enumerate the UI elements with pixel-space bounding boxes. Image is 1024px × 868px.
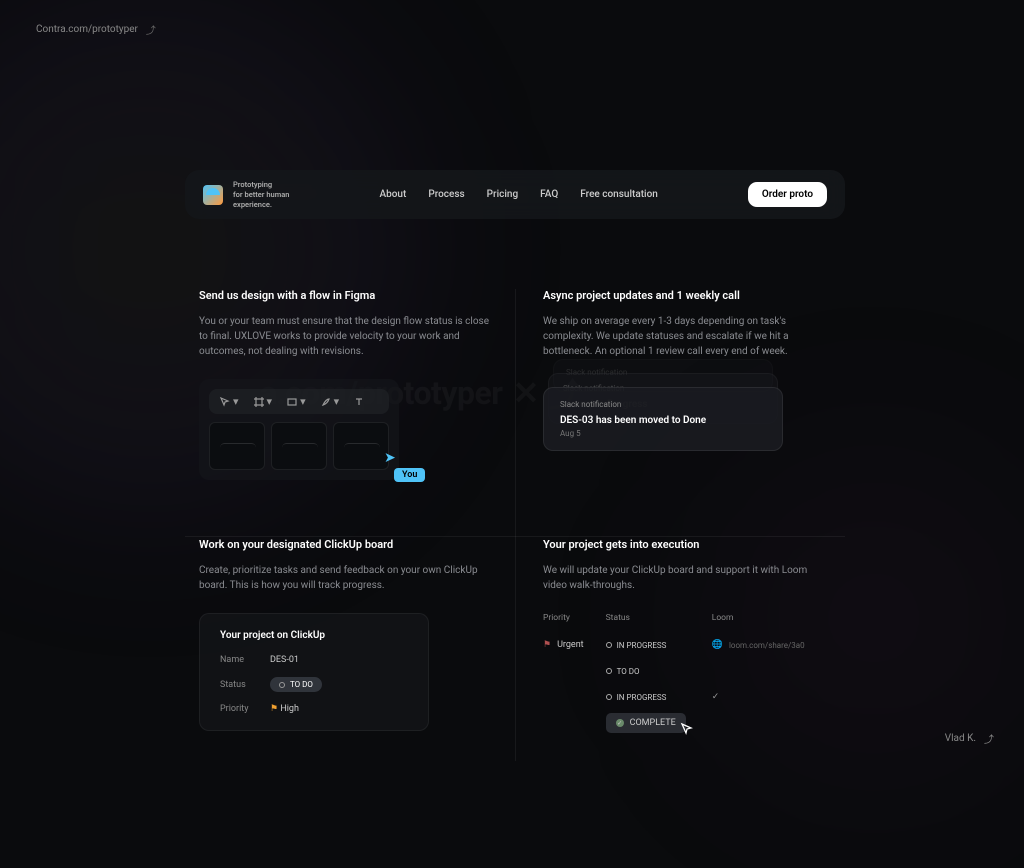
field-value: ⚑ High: [270, 704, 299, 714]
status-pill[interactable]: TO DO: [606, 663, 686, 679]
section-body: You or your team must ensure that the de…: [199, 314, 497, 359]
section-body: Create, prioritize tasks and send feedba…: [199, 563, 497, 593]
slack-notifications: Slack notification Slack notification mo…: [543, 379, 827, 469]
col-header: Loom: [712, 613, 805, 623]
col-header: Priority: [543, 613, 584, 623]
section-body: We ship on average every 1-3 days depend…: [543, 314, 827, 359]
pen-tool-icon[interactable]: ▾: [320, 395, 340, 408]
status-pill[interactable]: IN PROGRESS: [606, 689, 686, 705]
section-execution: Your project gets into execution We will…: [515, 510, 845, 761]
frame-thumb: [333, 422, 389, 470]
external-icon: ⤴: [984, 731, 994, 746]
section-body: We will update your ClickUp board and su…: [543, 563, 827, 593]
check-circle-icon: ✓: [616, 719, 624, 727]
author-name: Vlad K.: [945, 733, 976, 744]
section-title: Send us design with a flow in Figma: [199, 289, 497, 302]
section-title: Async project updates and 1 weekly call: [543, 289, 827, 302]
you-badge: You: [394, 468, 425, 482]
field-label: Status: [220, 680, 270, 690]
divider-vertical: [515, 289, 516, 761]
cursor-you: ➤ You: [384, 450, 425, 482]
slack-label: Slack notification: [560, 400, 766, 409]
clickup-card-title: Your project on ClickUp: [220, 630, 408, 641]
slack-date: Aug 5: [560, 429, 766, 438]
divider-horizontal: [185, 536, 845, 537]
cursor-icon: [680, 722, 694, 739]
nav-consultation[interactable]: Free consultation: [580, 189, 658, 200]
text-tool-icon[interactable]: [353, 396, 365, 408]
order-button[interactable]: Order proto: [748, 182, 827, 207]
field-label: Priority: [220, 704, 270, 714]
flag-icon: ⚑: [270, 704, 278, 714]
navbar: Prototyping for better human experience.…: [185, 170, 845, 219]
nav-faq[interactable]: FAQ: [540, 189, 558, 200]
frame-thumb: [209, 422, 265, 470]
field-label: Name: [220, 655, 270, 665]
status-pill[interactable]: IN PROGRESS: [606, 637, 686, 653]
cursor-icon: ➤: [384, 450, 396, 466]
loom-link[interactable]: loom.com/share/3a0: [729, 641, 805, 650]
priority-value: Urgent: [557, 640, 584, 650]
slack-card: Slack notification DES-03 has been moved…: [543, 387, 783, 451]
status-complete-pill[interactable]: ✓ COMPLETE: [606, 713, 686, 733]
nav-pricing[interactable]: Pricing: [487, 189, 518, 200]
section-title: Your project gets into execution: [543, 538, 827, 551]
globe-icon: 🌐: [712, 640, 723, 650]
field-value: DES-01: [270, 655, 299, 665]
external-icon: ⤴: [146, 22, 156, 37]
tagline: Prototyping for better human experience.: [233, 180, 289, 209]
breadcrumb-url: Contra.com/prototyper: [36, 24, 138, 35]
section-clickup: Work on your designated ClickUp board Cr…: [185, 510, 515, 761]
footer-credit: Vlad K. ⤴: [945, 731, 994, 746]
status-pill: TO DO: [270, 677, 322, 692]
execution-table: Priority ⚑ Urgent Status IN PROGRESS TO D…: [543, 613, 827, 731]
frame-tool-icon[interactable]: ▾: [253, 395, 273, 408]
status-dot-icon: [279, 682, 285, 688]
section-async: Async project updates and 1 weekly call …: [515, 289, 845, 510]
clickup-card: Your project on ClickUp Name DES-01 Stat…: [199, 613, 429, 731]
col-header: Status: [606, 613, 686, 623]
section-title: Work on your designated ClickUp board: [199, 538, 497, 551]
frame-thumb: [271, 422, 327, 470]
nav-process[interactable]: Process: [428, 189, 464, 200]
breadcrumb: Contra.com/prototyper ⤴: [36, 22, 156, 37]
rectangle-tool-icon[interactable]: ▾: [286, 395, 306, 408]
figma-mockup: ▾ ▾ ▾ ▾ ➤ You: [199, 379, 399, 480]
section-figma: Send us design with a flow in Figma You …: [185, 289, 515, 510]
nav-about[interactable]: About: [380, 189, 407, 200]
logo-icon: [203, 185, 223, 205]
move-tool-icon[interactable]: ▾: [219, 395, 239, 408]
flag-icon: ⚑: [543, 640, 551, 650]
check-icon: ✓: [712, 692, 720, 702]
slack-message: DES-03 has been moved to Done: [560, 415, 766, 426]
